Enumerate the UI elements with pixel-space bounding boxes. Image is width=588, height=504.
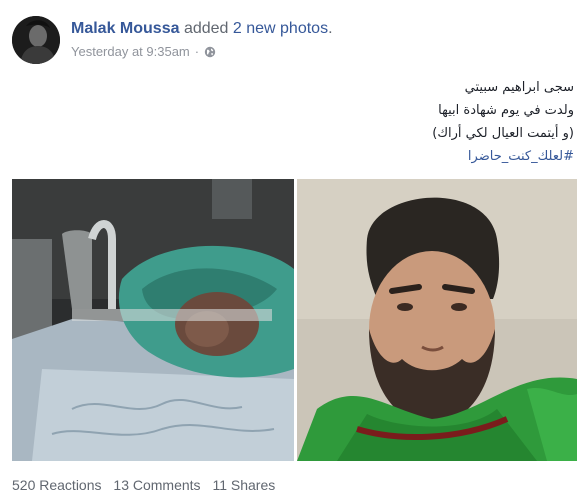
post-text-line: سجى ابراهيم سبيتي: [464, 80, 574, 95]
feed-post: Malak Moussa added 2 new photos. Yesterd…: [0, 0, 588, 504]
shares-count[interactable]: 11 Shares: [212, 477, 275, 493]
action-suffix: .: [328, 20, 333, 37]
hashtag-link[interactable]: #لعلك_كنت_حاضرا: [154, 145, 574, 168]
post-header: Malak Moussa added 2 new photos.: [71, 20, 333, 38]
reactions-count[interactable]: 520 Reactions: [12, 477, 102, 493]
comments-count[interactable]: 13 Comments: [113, 477, 200, 493]
photos-link[interactable]: 2 new photos: [233, 20, 328, 37]
portrait-image: [297, 179, 577, 461]
newborn-image: [12, 179, 294, 461]
action-text: added: [183, 20, 229, 37]
author-avatar[interactable]: [12, 16, 60, 64]
avatar-image: [12, 16, 60, 64]
post-text: سجى ابراهيم سبيتي ولدت في يوم شهادة ابيه…: [154, 76, 574, 168]
portrait-photo[interactable]: [297, 179, 577, 461]
post-stats: 520 Reactions 13 Comments 11 Shares: [12, 477, 283, 493]
author-name[interactable]: Malak Moussa: [71, 20, 179, 37]
globe-icon[interactable]: [204, 46, 216, 58]
timestamp-link[interactable]: Yesterday at 9:35am: [71, 44, 190, 59]
meta-separator: ·: [194, 44, 200, 59]
post-meta: Yesterday at 9:35am ·: [71, 44, 216, 59]
newborn-photo[interactable]: [12, 179, 294, 461]
post-text-line: ولدت في يوم شهادة ابيها: [438, 103, 574, 118]
post-text-line: (و أيتمت العيال لكي أراك): [432, 126, 574, 141]
